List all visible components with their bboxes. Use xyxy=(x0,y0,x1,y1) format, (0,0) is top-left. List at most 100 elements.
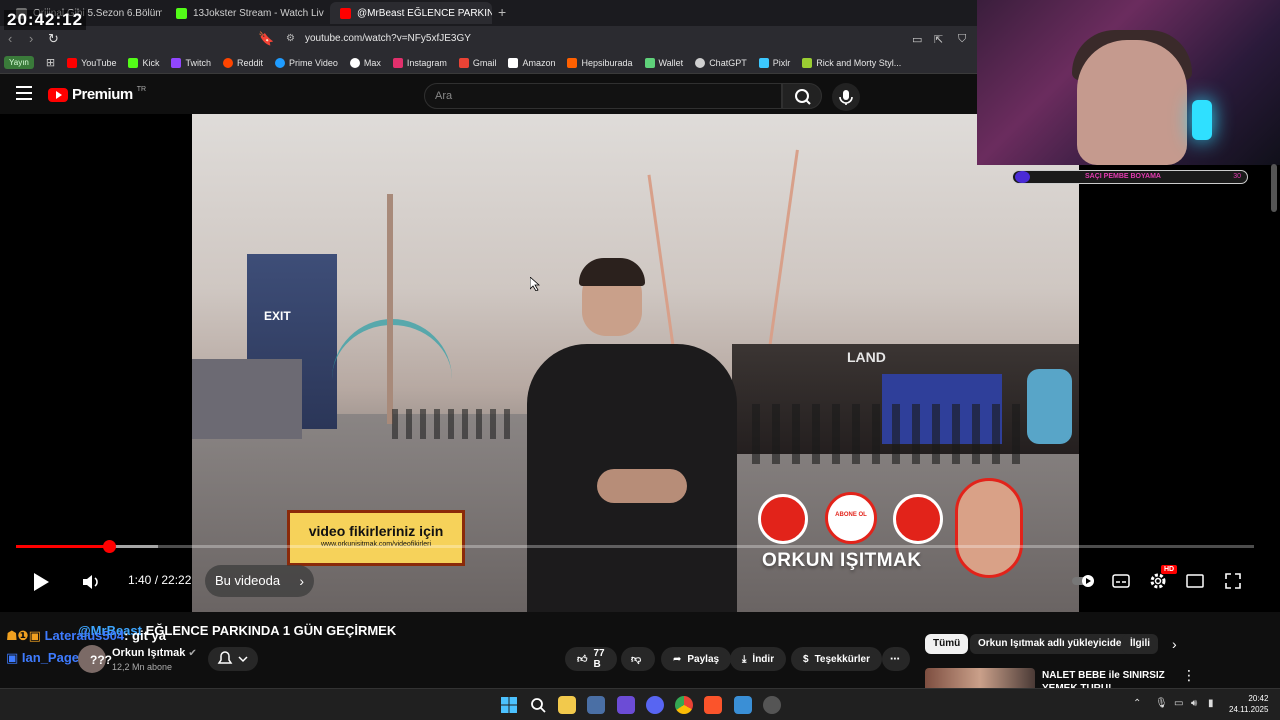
file-explorer-icon[interactable] xyxy=(558,696,576,714)
logo-region: TR xyxy=(136,86,147,93)
bookmark-reddit[interactable]: Reddit xyxy=(217,57,269,68)
tray-network-icon[interactable]: ▭ xyxy=(1174,698,1183,709)
chapter-chip[interactable]: Bu videoda › xyxy=(205,565,315,597)
bookmark-label: Gmail xyxy=(472,57,497,68)
bookmark-kick[interactable]: Kick xyxy=(122,57,165,68)
cast-icon[interactable]: ▭ xyxy=(912,33,922,46)
max-icon xyxy=(349,57,360,68)
channel-name[interactable]: Orkun Işıtmak ✔ xyxy=(112,647,197,659)
youtube-favicon-icon xyxy=(340,7,351,19)
webcam-overlay xyxy=(977,0,1280,165)
new-tab-button[interactable]: + xyxy=(498,4,506,20)
reload-icon[interactable]: ↻ xyxy=(48,31,59,47)
discord-icon[interactable] xyxy=(646,696,664,714)
subtitles-icon[interactable] xyxy=(1112,573,1130,589)
bookmark-label: Max xyxy=(363,57,381,68)
bookmark-label: Rick and Morty Styl... xyxy=(816,57,902,68)
chip-related[interactable]: İlgili xyxy=(1122,634,1158,654)
progress-bar[interactable] xyxy=(16,540,1254,553)
download-icon: ⤓ xyxy=(742,653,747,665)
download-button[interactable]: ⤓ İndir xyxy=(730,647,787,671)
site-info-icon[interactable]: ⚙ xyxy=(286,33,295,44)
forward-icon[interactable]: › xyxy=(29,31,33,46)
app-icon-2[interactable] xyxy=(734,696,752,714)
scrubber-handle[interactable] xyxy=(102,540,116,553)
bookmark-wallet[interactable]: Wallet xyxy=(639,57,690,68)
tray-mic-icon[interactable]: 🎙︎ xyxy=(1155,698,1168,709)
theater-mode-icon[interactable] xyxy=(1186,573,1204,589)
windows-start-icon[interactable] xyxy=(500,696,518,714)
video-player[interactable]: EXIT LAND video fikirleriniz için www.or… xyxy=(0,114,1280,612)
bookmark-amazon[interactable]: Amazon xyxy=(502,57,561,68)
like-button[interactable]: 👍︎ 77 B xyxy=(565,647,617,671)
bookmark-prime-video[interactable]: Prime Video xyxy=(269,57,344,68)
brave-icon[interactable] xyxy=(704,696,722,714)
autoplay-toggle-icon[interactable] xyxy=(1072,574,1096,588)
chrome-icon[interactable] xyxy=(675,696,693,714)
play-icon[interactable] xyxy=(30,571,52,593)
bookmark-page-icon[interactable]: 🔖 xyxy=(258,31,274,47)
chip-all[interactable]: Tümü xyxy=(925,634,969,654)
video-details: @MrBeast EĞLENCE PARKINDA 1 GÜN GEÇİRMEK… xyxy=(0,612,1280,694)
tray-chevron-icon[interactable]: ⌃ xyxy=(1133,698,1141,709)
dislike-button[interactable]: 👎︎ xyxy=(621,647,655,671)
bookmark-hepsiburada[interactable]: Hepsiburada xyxy=(561,57,638,68)
thanks-button[interactable]: $ Teşekkürler xyxy=(791,647,882,671)
cta-line1: video fikirleriniz için xyxy=(308,523,444,539)
bookmark-label: Hepsiburada xyxy=(581,57,633,68)
browser-tab-2[interactable]: 13Jokster Stream - Watch Live on Kic xyxy=(166,2,324,24)
bookmark-rick-and-morty[interactable]: Rick and Morty Styl... xyxy=(796,57,907,68)
search-button[interactable] xyxy=(782,83,822,109)
fullscreen-icon[interactable] xyxy=(1224,572,1242,590)
chip-from-uploader[interactable]: Orkun Işıtmak adlı yükleyiciden xyxy=(970,634,1136,654)
hamburger-menu-icon[interactable] xyxy=(16,86,32,100)
youtube-premium-logo[interactable]: Premium TR xyxy=(48,86,146,103)
reddit-icon xyxy=(223,57,233,68)
voice-search-button[interactable] xyxy=(832,83,860,111)
more-actions-button[interactable]: ⋯ xyxy=(882,647,910,671)
bookmark-instagram[interactable]: Instagram xyxy=(387,57,453,68)
shield-icon[interactable]: ⛉ xyxy=(958,33,966,46)
volume-icon[interactable] xyxy=(81,573,101,591)
settings-gear-icon[interactable] xyxy=(1148,571,1168,591)
tray-date-text: 24.11.2025 xyxy=(1229,705,1269,714)
page-scrollbar[interactable] xyxy=(1271,164,1277,212)
back-icon[interactable]: ‹ xyxy=(8,31,12,46)
tab-label: 13Jokster Stream - Watch Live on Kic xyxy=(193,7,324,19)
share-icon[interactable]: ⇱ xyxy=(934,33,943,46)
abone-label: ABONE OL xyxy=(835,512,867,518)
bookmark-pixlr[interactable]: Pixlr xyxy=(753,57,797,68)
search-input[interactable]: Ara xyxy=(424,83,782,109)
bookmark-youtube[interactable]: YouTube xyxy=(61,57,122,68)
bookmark-max[interactable]: Max xyxy=(344,57,387,68)
url-field[interactable]: youtube.com/watch?v=NFy5xfJE3GY xyxy=(305,33,471,44)
bookmark-gmail[interactable]: Gmail xyxy=(453,57,503,68)
apps-grid-icon[interactable]: ⊞ xyxy=(40,56,61,69)
yayin-badge[interactable]: Yayın xyxy=(4,56,34,69)
obs-icon[interactable] xyxy=(763,696,781,714)
bookmark-label: Instagram xyxy=(406,57,447,68)
share-button[interactable]: ➦ Paylaş xyxy=(661,647,732,671)
bookmark-twitch[interactable]: Twitch xyxy=(165,57,217,68)
taskbar-search-icon[interactable] xyxy=(529,696,547,714)
tray-volume-icon[interactable]: 🔊︎ xyxy=(1191,698,1197,709)
video-frame[interactable]: EXIT LAND video fikirleriniz için www.or… xyxy=(192,114,1079,612)
browser-tab-3-active[interactable]: @MrBeast EĞLENCE PARKINDA ✕ xyxy=(330,2,492,24)
app-icon[interactable] xyxy=(617,696,635,714)
chapter-chip-label: Bu videoda xyxy=(215,573,281,588)
tray-clock[interactable]: 20:42 24.11.2025 xyxy=(1229,693,1268,715)
left-stalls xyxy=(192,359,302,439)
instagram-icon xyxy=(392,57,403,68)
bookmark-chatgpt[interactable]: ChatGPT xyxy=(689,57,753,68)
chat-text: : git ya xyxy=(124,628,166,643)
chips-next-icon[interactable]: › xyxy=(1172,636,1177,652)
tray-battery-icon[interactable]: ▮ xyxy=(1208,698,1214,709)
notification-bell-button[interactable] xyxy=(208,647,258,671)
subscriber-count: 12,2 Mn abone xyxy=(112,662,173,672)
played-bar xyxy=(16,545,109,548)
bookmark-label: Pixlr xyxy=(772,57,791,68)
more-vertical-icon[interactable]: ⋮ xyxy=(1182,667,1196,684)
rick-and-morty-icon xyxy=(802,57,813,68)
store-icon[interactable] xyxy=(587,696,605,714)
search-icon xyxy=(795,89,811,105)
